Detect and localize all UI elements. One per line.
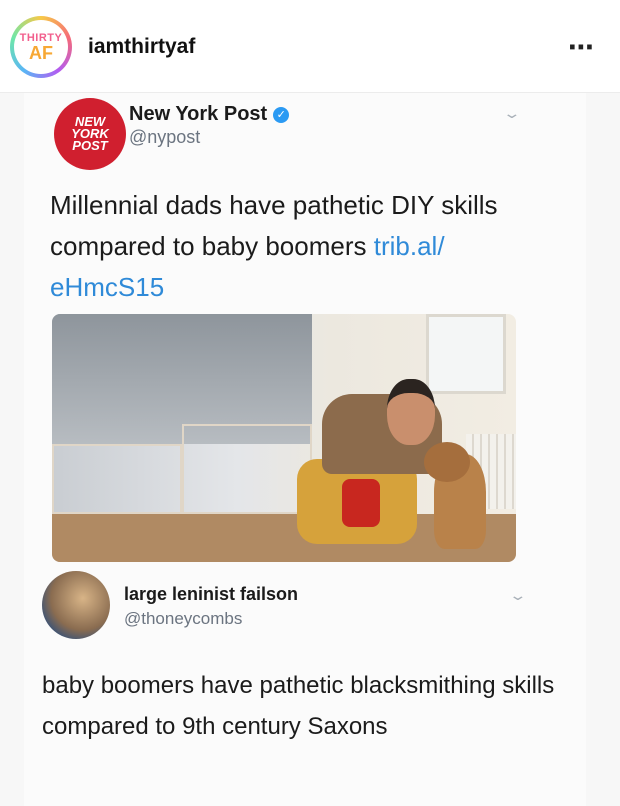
tweet1-display-name: New York Post ✓ [129, 103, 290, 126]
chevron-down-icon: ⌄ [508, 587, 528, 603]
window [426, 314, 506, 394]
logo-line: POST [72, 138, 108, 153]
dog-head [424, 442, 470, 482]
tweet2-text: baby boomers have pathetic blacksmithing… [42, 672, 555, 740]
drill [342, 479, 380, 527]
username[interactable]: iamthirtyaf [88, 35, 195, 59]
wall-panel [182, 424, 312, 514]
tweet1-handle: @nypost [129, 127, 201, 147]
tweet-card: NEW YORK POST New York Post ✓ @nypost ⌄ M… [24, 93, 586, 806]
tweet1-photo [52, 314, 516, 562]
chevron-down-icon: ⌄ [502, 105, 522, 121]
tweet2-handle: @thoneycombs [124, 609, 243, 628]
verified-badge-icon: ✓ [273, 107, 290, 123]
more-options-icon[interactable]: ⋯ [568, 32, 596, 63]
instagram-post-header: THIRTY AF iamthirtyaf ⋯ [0, 0, 620, 93]
wall-panel [52, 444, 182, 514]
avatar-text-top: THIRTY [19, 31, 63, 44]
tweet2-display-name: large leninist failson [124, 584, 299, 604]
man-head [387, 379, 435, 445]
profile-avatar[interactable]: THIRTY AF [10, 16, 72, 78]
tweet1-text: Millennial dads have pathetic DIY skills… [50, 185, 550, 308]
avatar-logo: THIRTY AF [14, 20, 68, 74]
nypost-avatar: NEW YORK POST [54, 98, 126, 170]
tweet-screenshot-image: NEW YORK POST New York Post ✓ @nypost ⌄ M… [0, 93, 620, 806]
tweet2-avatar [42, 571, 110, 639]
avatar-text-bottom: AF [29, 42, 53, 63]
tweet1-name-text: New York Post [129, 103, 268, 125]
